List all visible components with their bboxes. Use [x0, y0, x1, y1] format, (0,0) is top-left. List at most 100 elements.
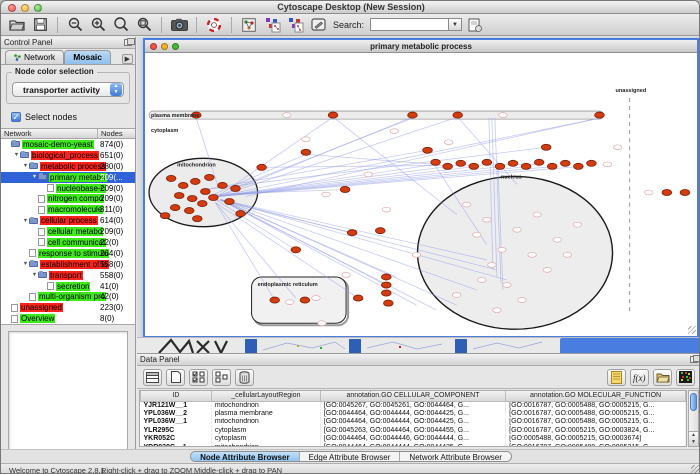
network-node[interactable] [423, 147, 433, 153]
background-window-fragment[interactable] [455, 339, 467, 353]
network-node[interactable] [236, 211, 246, 217]
network-node[interactable] [680, 189, 690, 195]
table-cell[interactable]: YLR295C [141, 426, 212, 434]
select-nodes-checkbox[interactable]: ✓ [11, 112, 21, 122]
table-cell[interactable]: [GO:0016787, GO:0005488, GO:0005215, G..… [506, 443, 686, 447]
network-node[interactable] [205, 174, 215, 180]
tab-mosaic[interactable]: Mosaic [64, 50, 111, 64]
table-row[interactable]: YPL036W__2plasma membrane[GO:0044464, GO… [141, 409, 686, 417]
expander-icon[interactable]: ▼ [13, 152, 20, 158]
save-icon[interactable] [30, 16, 50, 34]
network-node[interactable] [174, 192, 184, 198]
network-node[interactable] [456, 160, 466, 166]
table-scrollbar[interactable]: ▲▼ [688, 390, 699, 447]
network-node[interactable] [541, 144, 551, 150]
scrollbar-arrows[interactable]: ▲▼ [689, 431, 698, 446]
tree-row[interactable]: cell communicat22(0) [1, 237, 135, 248]
tab-network[interactable]: Network [5, 50, 64, 64]
tree-row[interactable]: unassigned223(0) [1, 302, 135, 313]
network-node[interactable] [381, 290, 391, 296]
tree-row[interactable]: macromolecule311(0) [1, 204, 135, 215]
tree-row[interactable]: ▼establishment of lo558(0) [1, 259, 135, 270]
tree-row[interactable]: mosaic-demo-yeast874(0) [1, 139, 135, 150]
network-node[interactable] [574, 163, 584, 169]
network-node[interactable] [225, 199, 235, 205]
node-color-select[interactable]: transporter activity ▲▼ [12, 82, 124, 97]
network-node[interactable] [408, 112, 418, 118]
network-node[interactable] [587, 160, 597, 166]
unselect-attributes-icon[interactable] [212, 369, 231, 386]
network-node[interactable] [508, 160, 518, 166]
table-cell[interactable]: [GO:0045267, GO:0045261, GO:0044464, G..… [320, 401, 505, 409]
column-header[interactable]: _cellularLayoutRegion [211, 391, 320, 401]
zoom-fit-icon[interactable] [111, 16, 131, 34]
help-lifesaver-icon[interactable] [204, 16, 224, 34]
table-cell[interactable]: [GO:0045263, GO:0044464, GO:0044455, G..… [320, 426, 505, 434]
layout-nodes-icon[interactable] [262, 16, 282, 34]
tree-column-network[interactable]: Network [1, 129, 98, 138]
table-row[interactable]: YPL036W__1mitochondrion[GO:0044464, GO:0… [141, 418, 686, 426]
attribute-dialog-icon[interactable] [465, 16, 485, 34]
network-node[interactable] [300, 297, 310, 303]
network-node[interactable] [534, 159, 544, 165]
network-resize-grip[interactable] [688, 326, 696, 334]
background-window-fragment[interactable] [245, 339, 257, 353]
search-dropdown-button[interactable]: ▼ [448, 18, 462, 31]
network-node[interactable] [166, 175, 176, 181]
network-node[interactable] [301, 149, 311, 155]
tab-edge-attribute-browser[interactable]: Edge Attribute Browser [300, 452, 401, 461]
network-node[interactable] [381, 274, 391, 280]
network-node[interactable] [381, 282, 391, 288]
table-cell[interactable]: cytoplasm [211, 435, 320, 443]
more-tabs-button[interactable]: ▶ [122, 54, 133, 64]
tree-row[interactable]: ▼primary metabo209(... [1, 172, 135, 183]
network-node[interactable] [178, 182, 188, 188]
expander-icon[interactable]: ▼ [31, 272, 38, 278]
open-file-icon[interactable] [7, 16, 27, 34]
tree-row[interactable]: ▼transport558(0) [1, 270, 135, 281]
network-node[interactable] [383, 300, 393, 306]
search-input[interactable] [370, 18, 448, 31]
network-node[interactable] [231, 185, 241, 191]
table-cell[interactable]: YPL036W__2 [141, 409, 212, 417]
zoom-in-icon[interactable] [88, 16, 108, 34]
window-resize-grip[interactable] [691, 465, 700, 474]
network-node[interactable] [197, 201, 207, 207]
network-node[interactable] [521, 163, 531, 169]
column-header[interactable]: annotation.GO MOLECULAR_FUNCTION [506, 391, 686, 401]
network-node[interactable] [160, 213, 170, 219]
table-cell[interactable]: [GO:0016787, GO:0005488, GO:0005215, G..… [506, 409, 686, 417]
table-cell[interactable]: mitochondrion [211, 443, 320, 447]
zoom-selected-icon[interactable] [134, 16, 154, 34]
notes-icon[interactable] [607, 369, 626, 386]
table-cell[interactable]: [GO:0044464, GO:0044444, GO:0044425, G..… [320, 418, 505, 426]
network-node[interactable] [375, 228, 385, 234]
network-node[interactable] [469, 163, 479, 169]
network-node[interactable] [170, 205, 180, 211]
network-canvas[interactable]: plasma membranecytoplasmmitochondrionnuc… [145, 53, 697, 336]
delete-attribute-icon[interactable] [235, 369, 254, 386]
table-row[interactable]: YLR295Ccytoplasm[GO:0045263, GO:0044464,… [141, 426, 686, 434]
annotation-icon[interactable] [308, 16, 328, 34]
table-cell[interactable]: cytoplasm [211, 426, 320, 434]
table-cell[interactable]: [GO:0044464, GO:0044444, GO:0044425, G..… [320, 409, 505, 417]
network-node[interactable] [184, 208, 194, 214]
network-node[interactable] [353, 295, 363, 301]
birds-eye-view[interactable] [8, 331, 128, 455]
tree-row[interactable]: nucleobase-c209(0) [1, 183, 135, 194]
scrollbar-thumb[interactable] [690, 393, 697, 411]
network-node[interactable] [347, 230, 357, 236]
table-row[interactable]: YDR039C__1mitochondrion[GO:0044464, GO:0… [141, 443, 686, 447]
table-cell[interactable]: YKR052C [141, 435, 212, 443]
table-row[interactable]: YKR052Ccytoplasm[GO:0044464, GO:0044446,… [141, 435, 686, 443]
tree-row[interactable]: ▼cellular process614(0) [1, 215, 135, 226]
network-node[interactable] [595, 112, 605, 118]
column-header[interactable]: annotation.GO CELLULAR_COMPONENT [320, 391, 505, 401]
network-node[interactable] [560, 160, 570, 166]
network-node[interactable] [201, 188, 211, 194]
new-attribute-icon[interactable] [166, 369, 185, 386]
table-row[interactable]: YJR121W__1mitochondrion[GO:0045267, GO:0… [141, 401, 686, 409]
expander-icon[interactable]: ▼ [22, 163, 29, 169]
select-attributes-icon[interactable] [189, 369, 208, 386]
table-cell[interactable]: [GO:0016787, GO:0005488, GO:0005215, G..… [506, 418, 686, 426]
